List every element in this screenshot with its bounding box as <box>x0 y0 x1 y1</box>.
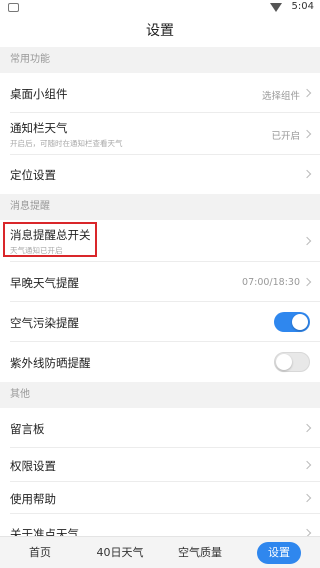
tab-40day-weather[interactable]: 40日天气 <box>85 537 155 568</box>
settings-row-message-board[interactable]: 留言板 <box>0 408 320 448</box>
highlight-box <box>3 222 97 257</box>
settings-row-morning-evening[interactable]: 早晚天气提醒 07:00/18:30 <box>0 262 320 302</box>
row-value: 选择组件 <box>261 91 300 102</box>
bottom-tab-bar: 首页 40日天气 空气质量 设置 <box>0 536 320 568</box>
row-label: 使用帮助 <box>10 492 56 506</box>
section-title: 常用功能 <box>10 54 50 65</box>
chevron-right-icon <box>302 423 312 433</box>
settings-row-widget[interactable]: 桌面小组件 选择组件 <box>0 73 320 113</box>
settings-row-air-pollution: 空气污染提醒 <box>0 302 320 342</box>
chevron-right-icon <box>302 169 312 179</box>
row-label: 桌面小组件 <box>10 87 68 101</box>
wifi-icon <box>270 3 282 12</box>
section-header-other: 其他 <box>0 382 320 408</box>
row-label: 通知栏天气 <box>10 121 68 135</box>
row-label: 权限设置 <box>10 459 56 473</box>
row-value: 已开启 <box>271 131 300 142</box>
sim-card-icon <box>8 3 19 12</box>
row-label: 定位设置 <box>10 168 56 182</box>
row-value: 07:00/18:30 <box>242 277 300 288</box>
settings-row-uv: 紫外线防晒提醒 <box>0 342 320 382</box>
settings-row-permissions[interactable]: 权限设置 <box>0 448 320 482</box>
toggle-knob <box>292 314 308 330</box>
row-label: 空气污染提醒 <box>10 316 79 330</box>
section-header-reminders: 消息提醒 <box>0 194 320 220</box>
section-header-common: 常用功能 <box>0 47 320 73</box>
chevron-right-icon <box>302 493 312 503</box>
tab-air-quality[interactable]: 空气质量 <box>165 537 235 568</box>
status-time: 5:04 <box>291 1 314 12</box>
settings-row-location[interactable]: 定位设置 <box>0 155 320 194</box>
tab-settings[interactable]: 设置 <box>257 542 301 564</box>
header: 设置 <box>0 16 320 46</box>
status-bar: 5:04 <box>0 0 320 16</box>
section-title: 消息提醒 <box>10 201 50 212</box>
uv-reminder-toggle[interactable] <box>274 352 310 372</box>
chevron-right-icon <box>302 460 312 470</box>
row-label: 紫外线防晒提醒 <box>10 356 91 370</box>
section-title: 其他 <box>10 389 30 400</box>
chevron-right-icon <box>302 88 312 98</box>
row-label: 早晚天气提醒 <box>10 276 79 290</box>
air-pollution-toggle[interactable] <box>274 312 310 332</box>
chevron-right-icon <box>302 129 312 139</box>
page-title: 设置 <box>146 23 174 39</box>
row-label: 留言板 <box>10 422 45 436</box>
chevron-right-icon <box>302 277 312 287</box>
tab-home[interactable]: 首页 <box>10 537 70 568</box>
toggle-knob <box>276 354 292 370</box>
settings-row-help[interactable]: 使用帮助 <box>0 482 320 514</box>
row-subtitle: 开启后，可随时在通知栏查看天气 <box>10 139 123 148</box>
settings-row-notify-weather[interactable]: 通知栏天气 开启后，可随时在通知栏查看天气 已开启 <box>0 113 320 155</box>
chevron-right-icon <box>302 236 312 246</box>
